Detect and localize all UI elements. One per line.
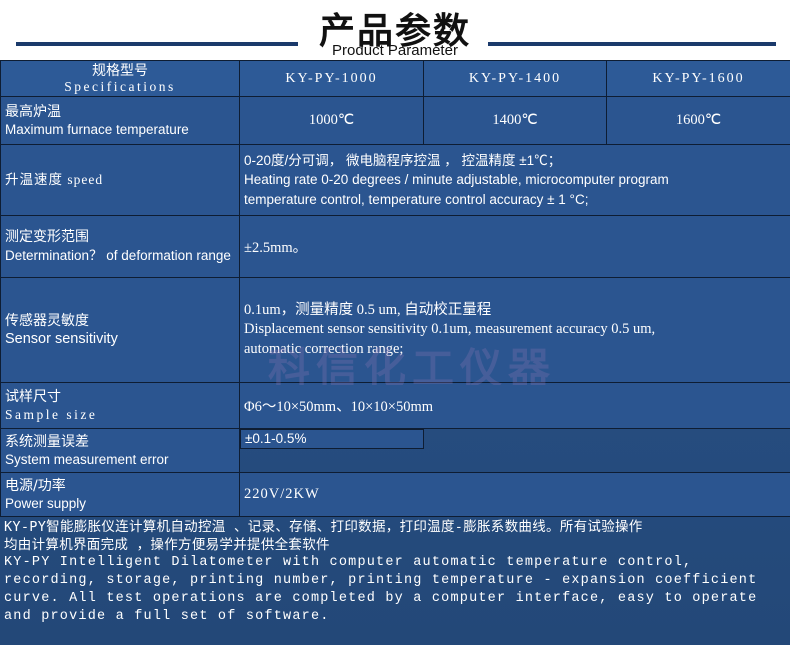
speed-value-cn: 0-20度/分可调， 微电脑程序控温 ， 控温精度 ±1℃； [244,152,562,168]
table-row-deformation: 测定变形范围 Determination？ of deformation ran… [0,215,790,278]
error-value: ±0.1-0.5% [240,429,424,449]
sample-label-cn: 试样尺寸 [5,388,61,405]
sample-label-cell: 试样尺寸 Sample size [0,382,240,429]
error-label-en: System measurement error [5,451,169,467]
speed-value-en-2: temperature control, temperature control… [244,191,589,207]
table-row-speed: 升温速度 speed 0-20度/分可调， 微电脑程序控温 ， 控温精度 ±1℃… [0,144,790,216]
sample-value: Φ6～10×50mm、10×10×50mm [239,382,790,429]
page-header: 产品参数 Product Parameter [0,0,790,60]
table-row-max-temp: 最高炉温 Maximum furnace temperature 1000℃ 1… [0,96,790,145]
max-temp-1000: 1000℃ [239,96,424,145]
spec-label-en: Specifications [64,78,176,94]
footer-en-line-4: and provide a full set of software. [4,609,330,624]
parameter-table: 规格型号 Specifications KY-PY-1000 KY-PY-140… [0,60,790,517]
model-1400: KY-PY-1400 [423,60,607,97]
table-row-power: 电源/功率 Power supply 220V/2KW [0,472,790,517]
speed-label-cell: 升温速度 speed [0,144,240,216]
power-label-cn: 电源/功率 [5,477,66,494]
watermark-text: 科信化工仪器 [268,344,557,385]
page-subtitle: Product Parameter [332,42,458,59]
model-1600: KY-PY-1600 [606,60,790,97]
table-row-sample: 试样尺寸 Sample size Φ6～10×50mm、10×10×50mm [0,382,790,429]
model-1000: KY-PY-1000 [239,60,424,97]
max-temp-label-cell: 最高炉温 Maximum furnace temperature [0,96,240,145]
table-row-error: 系统测量误差 System measurement error ±0.1-0.5… [0,428,790,473]
speed-value-cell: 0-20度/分可调， 微电脑程序控温 ， 控温精度 ±1℃； Heating r… [239,144,790,216]
error-label-cn: 系统测量误差 [5,433,89,450]
speed-label: 升温速度 speed [5,172,104,187]
sensor-label-cell: 传感器灵敏度 Sensor sensitivity [0,277,240,383]
footer-en-line-2: recording, storage, printing number, pri… [4,573,758,588]
footer-zh-line-2: 均由计算机界面完成 ，操作方便易学并提供全套软件 [4,537,330,553]
sample-label-en: Sample size [5,406,98,422]
table-row-specifications: 规格型号 Specifications KY-PY-1000 KY-PY-140… [0,60,790,97]
spec-label-cell: 规格型号 Specifications [0,60,240,97]
power-label-en: Power supply [5,495,87,511]
sensor-value-cn: 0.1um，测量精度 0.5 um, 自动校正量程 [244,301,492,318]
spec-label-cn: 规格型号 [92,62,148,79]
deformation-label-cn: 测定变形范围 [5,228,89,245]
power-label-cell: 电源/功率 Power supply [0,472,240,517]
footer-en-line-3: curve. All test operations are completed… [4,591,758,606]
max-temp-label-cn: 最高炉温 [5,103,61,120]
footer-description: KY-PY智能膨胀仪连计算机自动控温 、记录、存储、打印数据，打印温度-膨胀系数… [0,518,790,626]
deformation-value: ±2.5mm。 [239,215,790,278]
sensor-label-cn: 传感器灵敏度 [5,313,89,329]
max-temp-1400: 1400℃ [423,96,607,145]
sensor-label-en: Sensor sensitivity [5,331,118,347]
speed-value-en-1: Heating rate 0-20 degrees / minute adjus… [244,172,669,188]
error-label-cell: 系统测量误差 System measurement error [0,428,240,473]
max-temp-label-en: Maximum furnace temperature [5,121,189,137]
footer-en-line-1: KY-PY Intelligent Dilatometer with compu… [4,555,693,570]
deformation-label-cell: 测定变形范围 Determination？ of deformation ran… [0,215,240,278]
footer-zh-line-1: KY-PY智能膨胀仪连计算机自动控温 、记录、存储、打印数据，打印温度-膨胀系数… [4,519,643,535]
deformation-label-en: Determination？ of deformation range [5,247,231,263]
power-value: 220V/2KW [239,472,790,517]
max-temp-1600: 1600℃ [606,96,790,145]
